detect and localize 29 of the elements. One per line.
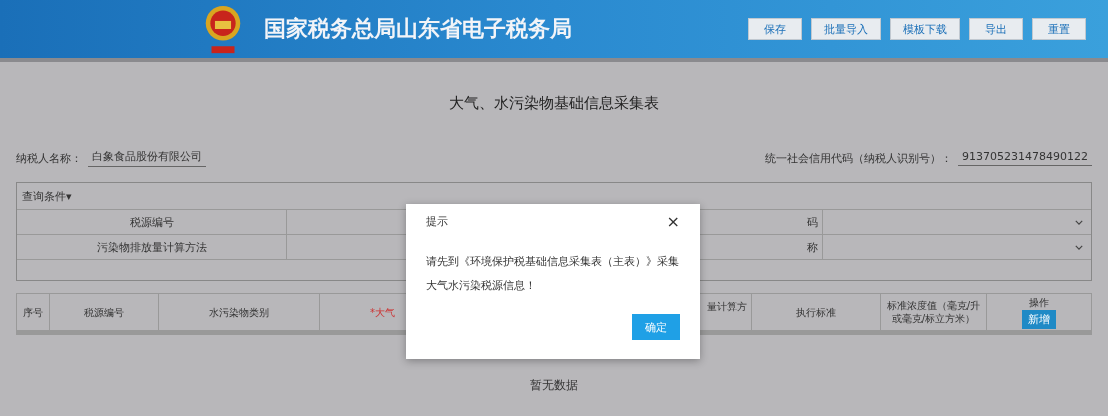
taxpayer-field: 白象食品股份有限公司 xyxy=(88,149,206,167)
column-header: 操作 xyxy=(1029,295,1049,309)
query-toggle[interactable]: 查询条件▾ xyxy=(22,188,72,204)
toolbar-button[interactable]: 导出 xyxy=(969,18,1023,40)
toolbar-button[interactable]: 批量导入 xyxy=(811,18,881,40)
chevron-down-icon xyxy=(1075,244,1083,250)
field-label: 统一社会信用代码（纳税人识别号）： xyxy=(765,150,952,166)
column-header: *大气 xyxy=(369,305,395,319)
chevron-down-icon xyxy=(1075,219,1083,225)
query-label: 税源编号 xyxy=(17,210,287,234)
toolbar-button[interactable]: 模板下载 xyxy=(890,18,960,40)
column-header: 标准浓度值（毫克/升或毫克/标立方米） xyxy=(885,299,982,325)
query-label: 污染物排放量计算方法 xyxy=(17,235,287,259)
toolbar-button[interactable]: 保存 xyxy=(748,18,802,40)
column-header: 执行标准 xyxy=(796,305,836,319)
add-button[interactable]: 新增 xyxy=(1022,309,1056,329)
site-title: 国家税务总局山东省电子税务局 xyxy=(264,15,572,43)
close-button[interactable]: × xyxy=(666,211,680,231)
column-header: 税源编号 xyxy=(84,305,124,319)
column-header: 量计算方 xyxy=(707,299,748,313)
dialog-title: 提示 xyxy=(426,213,448,229)
field-label: 纳税人名称： xyxy=(16,150,82,166)
column-header: 序号 xyxy=(23,305,43,319)
empty-message: 暂无数据 xyxy=(530,378,578,392)
form-title: 大气、水污染物基础信息采集表 xyxy=(448,94,660,114)
column-header: 水污染物类别 xyxy=(209,305,269,319)
ok-button[interactable]: 确定 xyxy=(632,314,680,340)
toolbar-button[interactable]: 重置 xyxy=(1032,18,1086,40)
taxpayer-id-field: 913705231478490122 xyxy=(958,150,1092,166)
